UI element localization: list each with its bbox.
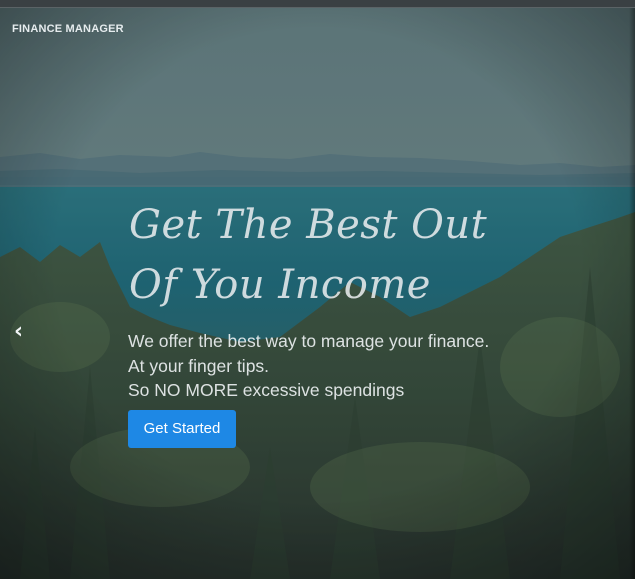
hero-headline-line: Get The Best Out [129, 202, 488, 248]
hero-description: We offer the best way to manage your fin… [128, 329, 489, 403]
hero-description-line: At your finger tips. [128, 355, 270, 376]
page: FINANCE MANAGER ‹ Get The Best Out Of Yo… [0, 0, 635, 579]
hero-carousel-slide: FINANCE MANAGER ‹ Get The Best Out Of Yo… [0, 7, 635, 579]
brand-logo-text[interactable]: FINANCE MANAGER [12, 23, 124, 35]
right-edge-shadow [629, 7, 635, 579]
chevron-left-icon[interactable]: ‹ [14, 321, 23, 343]
hero-headline: Get The Best Out Of You Income [129, 195, 599, 315]
get-started-button[interactable]: Get Started [128, 410, 236, 448]
hero-description-line: We offer the best way to manage your fin… [128, 331, 490, 351]
window-top-edge [0, 0, 635, 8]
hero-headline-line: Of You Income [129, 262, 431, 308]
hero-description-line: So NO MORE excessive spendings [128, 380, 405, 400]
